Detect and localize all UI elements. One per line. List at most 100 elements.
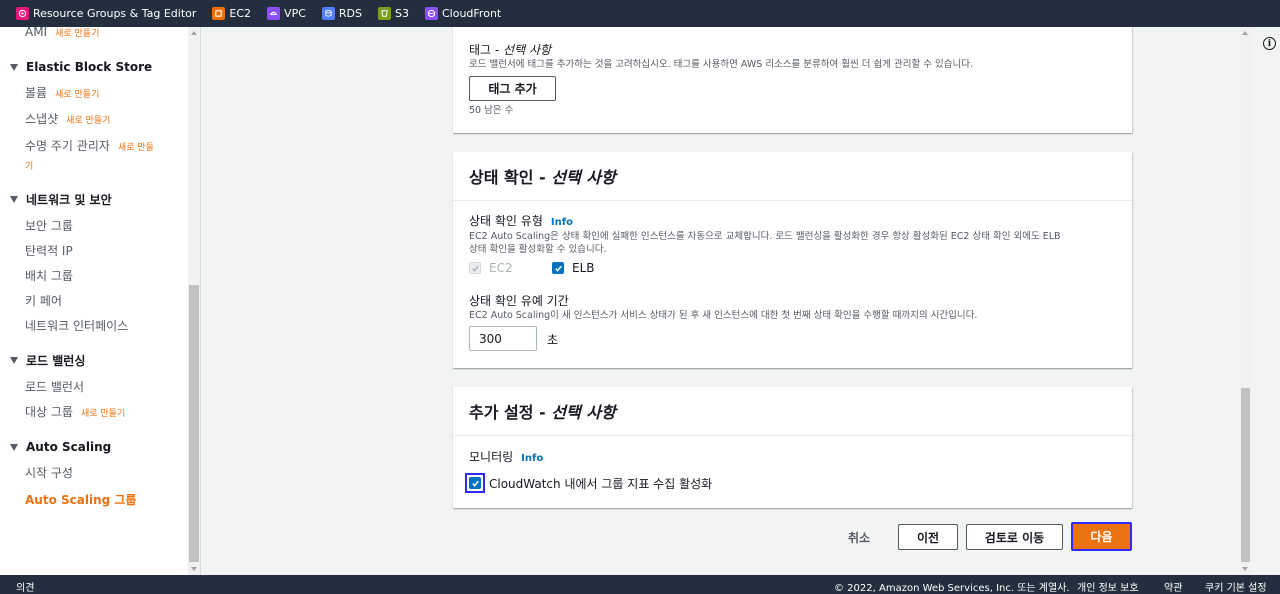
health-check-panel: 상태 확인 - 선택 사항 상태 확인 유형 Info EC2 Auto Scal… xyxy=(453,152,1132,368)
grace-period-description: EC2 Auto Scaling이 새 인스턴스가 서비스 상태가 된 후 새 … xyxy=(469,310,978,321)
scroll-down-icon[interactable] xyxy=(191,567,197,571)
copyright-text: © 2022, Amazon Web Services, Inc. 또는 계열사… xyxy=(834,583,1070,594)
tags-description: 로드 밸런서에 태그를 추가하는 것을 고려하십시오. 태그를 사용하면 AWS… xyxy=(469,59,974,70)
sidebar-item-elastic-ips[interactable]: 탄력적 IP xyxy=(25,242,73,259)
add-tag-button[interactable]: 태그 추가 xyxy=(469,76,556,101)
sidebar-nav: AMI 새로 만들기 Elastic Block Store 볼륨 새로 만들기 스… xyxy=(0,27,201,575)
new-badge: 새로 만들 xyxy=(117,143,154,153)
scrollbar-thumb[interactable] xyxy=(1241,388,1250,562)
favorite-vpc[interactable]: VPC xyxy=(267,7,306,20)
favorite-cloudfront[interactable]: CloudFront xyxy=(424,7,502,20)
optional-label: 선택 사항 xyxy=(503,43,552,57)
cloudwatch-metrics-label[interactable]: CloudWatch 내에서 그룹 지표 수집 활성화 xyxy=(489,475,712,492)
sidebar-item-target-groups[interactable]: 대상 그룹 새로 만들기 xyxy=(25,403,125,420)
health-check-type-description: EC2 Auto Scaling은 상태 확인에 실패한 인스턴스를 자동으로 … xyxy=(469,230,1119,256)
section-label: Elastic Block Store xyxy=(26,60,153,74)
elb-checkbox-label[interactable]: ELB xyxy=(572,261,595,275)
sidebar-item-lifecycle[interactable]: 수명 주기 관리자 새로 만들 xyxy=(25,137,154,154)
sidebar-item-volumes[interactable]: 볼륨 새로 만들기 xyxy=(25,84,99,101)
info-panel-icon[interactable]: i xyxy=(1263,37,1276,50)
optional-label: 선택 사항 xyxy=(551,403,616,422)
next-button[interactable]: 다음 xyxy=(1071,522,1132,551)
favorite-rds[interactable]: RDS xyxy=(321,7,362,20)
caret-down-icon xyxy=(10,63,18,71)
footer: 의견 © 2022, Amazon Web Services, Inc. 또는 … xyxy=(0,575,1280,594)
sidebar-item-label: AMI xyxy=(25,27,48,39)
favorites-bar: Resource Groups & Tag Editor EC2 VPC RDS… xyxy=(0,0,1280,27)
sidebar-item-ami[interactable]: AMI 새로 만들기 xyxy=(25,27,99,39)
sidebar-item-label: 스냅샷 xyxy=(25,112,59,126)
elb-checkbox[interactable] xyxy=(552,262,564,274)
grace-period-input[interactable]: 300 xyxy=(469,326,537,351)
vpc-icon xyxy=(267,7,281,20)
sidebar-item-security-groups[interactable]: 보안 그룹 xyxy=(25,217,73,234)
caret-down-icon xyxy=(10,196,18,203)
new-badge: 새로 만들기 xyxy=(66,116,111,126)
scroll-down-icon[interactable] xyxy=(1242,567,1248,571)
ec2-checkbox-label: EC2 xyxy=(489,261,513,275)
resource-groups-icon xyxy=(16,7,29,20)
info-link[interactable]: Info xyxy=(551,217,573,228)
sidebar-item-snapshots[interactable]: 스냅샷 새로 만들기 xyxy=(25,110,110,127)
scroll-up-icon[interactable] xyxy=(191,31,197,35)
caret-down-icon xyxy=(10,357,18,364)
sidebar-section-auto-scaling[interactable]: Auto Scaling xyxy=(10,440,111,454)
cloudfront-icon xyxy=(424,7,438,20)
tags-panel: 태그 - 선택 사항 로드 밸런서에 태그를 추가하는 것을 고려하십시오. 태… xyxy=(453,27,1132,133)
rds-icon xyxy=(321,7,335,20)
favorite-s3[interactable]: S3 xyxy=(378,7,409,20)
main-scrollbar[interactable] xyxy=(1240,27,1251,575)
tags-label-text: 태그 - xyxy=(469,43,504,57)
review-button[interactable]: 검토로 이동 xyxy=(966,524,1063,550)
sidebar-section-network[interactable]: 네트워크 및 보안 xyxy=(10,191,112,208)
favorite-label: S3 xyxy=(395,7,409,20)
health-check-type-label: 상태 확인 유형 Info xyxy=(469,212,573,229)
cloudwatch-metrics-checkbox[interactable] xyxy=(469,477,481,489)
favorite-label: VPC xyxy=(284,7,306,20)
sidebar-item-lifecycle-badge-cont: 기 xyxy=(25,158,33,172)
health-check-title: 상태 확인 - 선택 사항 xyxy=(469,164,616,188)
sidebar-item-network-interfaces[interactable]: 네트워크 인터페이스 xyxy=(25,317,128,334)
field-label: 모니터링 xyxy=(469,450,514,464)
cookie-preferences-link[interactable]: 쿠키 기본 설정 xyxy=(1205,579,1267,594)
description-line: 상태 확인을 활성화할 수 있습니다. xyxy=(469,244,607,255)
sidebar-scrollbar[interactable] xyxy=(188,27,200,575)
divider xyxy=(453,200,1132,201)
info-link[interactable]: Info xyxy=(521,453,543,464)
caret-down-icon xyxy=(10,443,18,451)
sidebar-item-load-balancers[interactable]: 로드 밸런서 xyxy=(25,378,84,395)
favorite-ec2[interactable]: EC2 xyxy=(212,7,251,20)
sidebar-item-key-pairs[interactable]: 키 페어 xyxy=(25,292,62,309)
ec2-checkbox xyxy=(469,262,481,274)
previous-button[interactable]: 이전 xyxy=(898,524,958,550)
scroll-up-icon[interactable] xyxy=(1242,31,1248,35)
sidebar-section-load-balancing[interactable]: 로드 밸런싱 xyxy=(10,352,85,369)
description-line: EC2 Auto Scaling은 상태 확인에 실패한 인스턴스를 자동으로 … xyxy=(469,231,1061,242)
privacy-link[interactable]: 개인 정보 보호 xyxy=(1077,579,1139,594)
sidebar-item-label: 대상 그룹 xyxy=(25,405,73,419)
sidebar-item-label: 수명 주기 관리자 xyxy=(25,139,110,153)
ec2-icon xyxy=(212,7,226,20)
section-label: 로드 밸런싱 xyxy=(26,354,86,368)
sidebar-item-label: 볼륨 xyxy=(25,86,48,100)
grace-period-label: 상태 확인 유예 기간 xyxy=(469,294,569,308)
favorite-label: CloudFront xyxy=(441,7,502,20)
new-badge: 새로 만들기 xyxy=(55,29,100,39)
s3-icon xyxy=(378,7,391,20)
feedback-link[interactable]: 의견 xyxy=(16,579,34,594)
cancel-button[interactable]: 취소 xyxy=(848,529,870,546)
scrollbar-thumb[interactable] xyxy=(189,285,199,562)
panel-title-text: 상태 확인 - xyxy=(469,168,552,187)
section-label: Auto Scaling xyxy=(26,440,112,454)
sidebar-item-auto-scaling-groups[interactable]: Auto Scaling 그룹 xyxy=(25,491,136,508)
tags-label: 태그 - 선택 사항 xyxy=(469,41,551,58)
terms-link[interactable]: 약관 xyxy=(1164,579,1182,594)
new-badge: 새로 만들기 xyxy=(80,409,126,419)
sidebar-section-ebs[interactable]: Elastic Block Store xyxy=(10,60,152,74)
sidebar-item-launch-configurations[interactable]: 시작 구성 xyxy=(25,464,73,481)
sidebar-item-placement-groups[interactable]: 배치 그룹 xyxy=(25,267,73,284)
grace-period-unit: 초 xyxy=(547,333,559,347)
optional-label: 선택 사항 xyxy=(551,168,616,187)
section-label: 네트워크 및 보안 xyxy=(26,193,112,207)
favorite-resource-groups[interactable]: Resource Groups & Tag Editor xyxy=(16,7,196,20)
